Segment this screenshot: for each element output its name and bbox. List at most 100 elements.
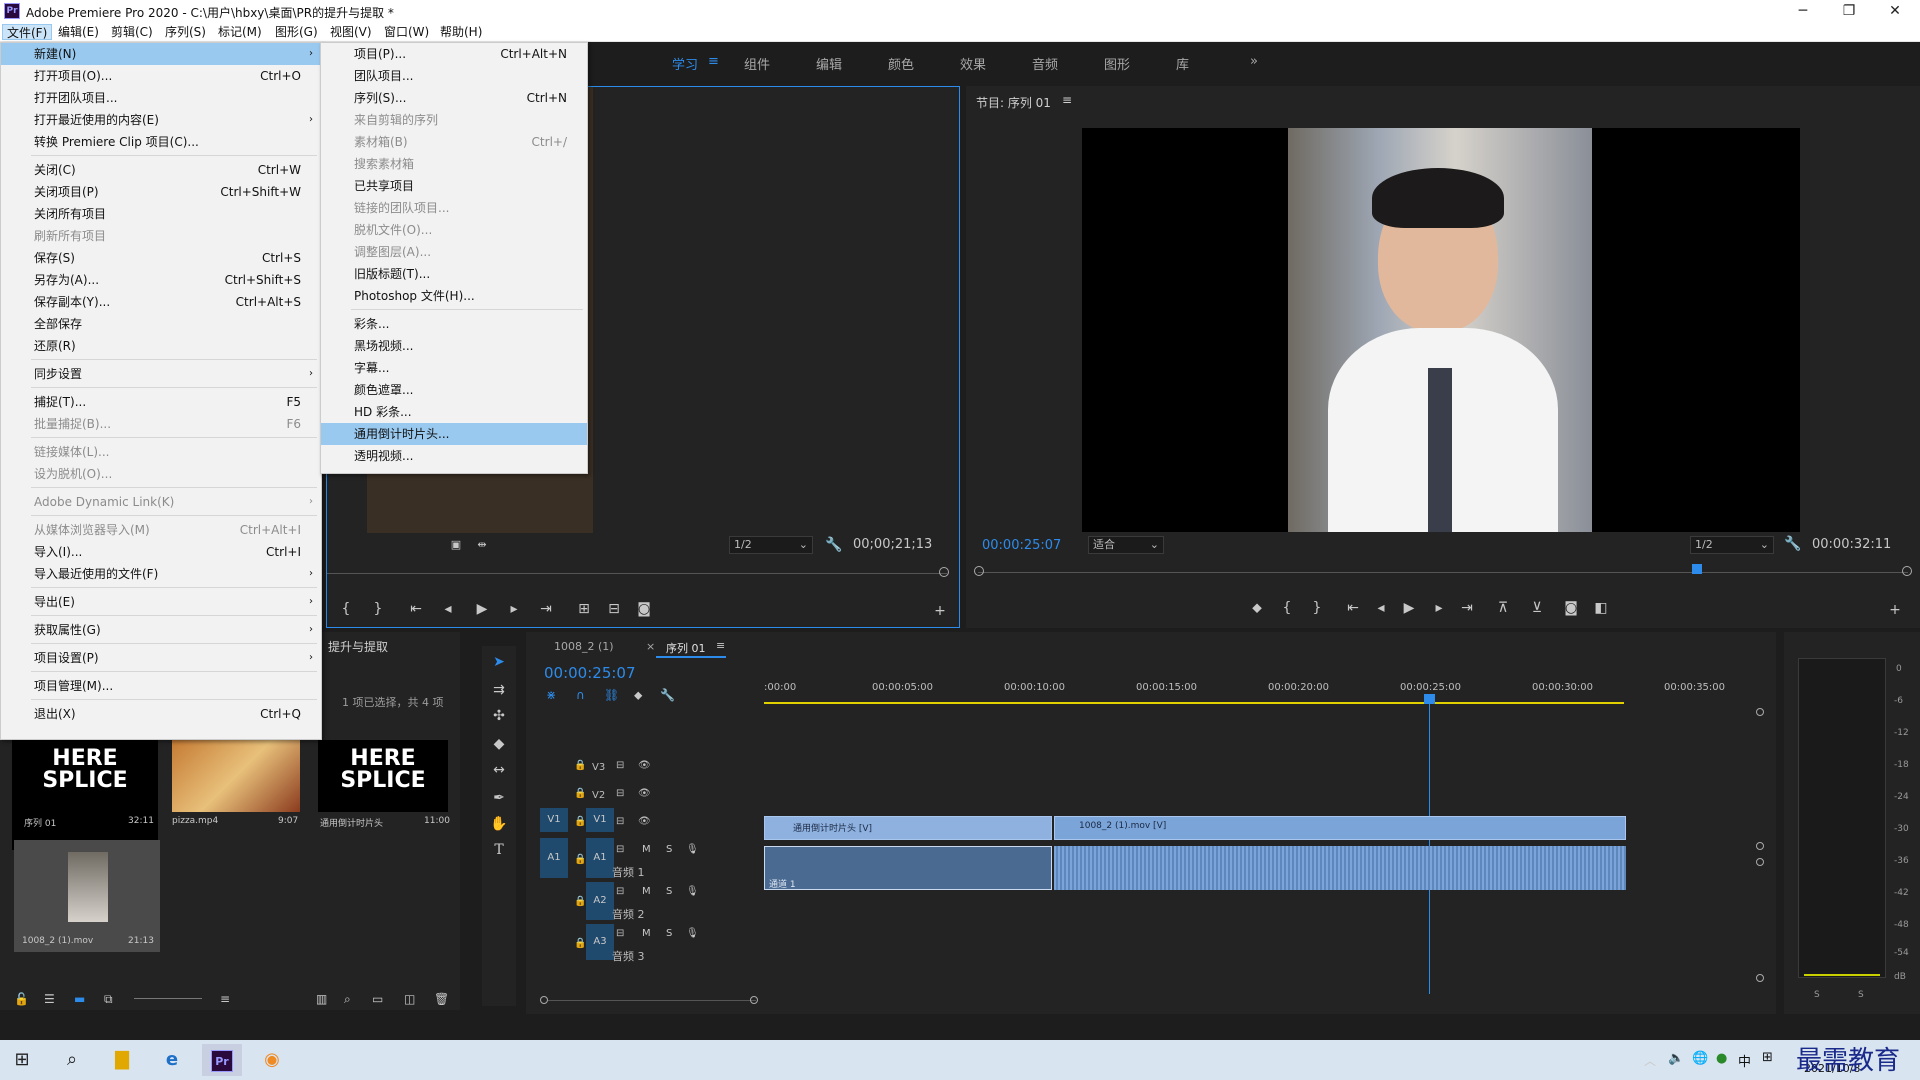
menu-item-transparent-video[interactable]: 透明视频... (321, 445, 587, 467)
mic-icon[interactable]: 🎙 (686, 844, 699, 855)
menu-item-save-copy[interactable]: 保存副本(Y)... Ctrl+Alt+S (1, 291, 321, 313)
source-scrub-bar[interactable] (327, 573, 947, 574)
mic-icon[interactable]: 🎙 (686, 928, 699, 939)
menu-item-revert[interactable]: 还原(R) (1, 335, 321, 357)
nest-icon[interactable]: ⋇ (546, 688, 556, 702)
sync-icon[interactable]: ⊟ (616, 928, 624, 939)
wrench-icon[interactable]: 🔧 (1782, 534, 1804, 554)
menu-view[interactable]: 视图(V) (326, 24, 376, 40)
timeline-timecode[interactable]: 00:00:25:07 (544, 664, 636, 682)
sort-icon[interactable]: ≡ (220, 992, 230, 1006)
audio-clip[interactable]: 通道 1 (764, 846, 1052, 890)
audio-clip-waveform[interactable] (1054, 846, 1626, 890)
insert-icon[interactable]: ⇹ (471, 535, 493, 555)
step-forward-button[interactable]: ▸ (1428, 598, 1450, 618)
panel-menu-icon[interactable]: ≡ (716, 639, 725, 652)
file-explorer-icon[interactable]: ▇ (102, 1044, 142, 1076)
lock-icon[interactable]: 🔒 (574, 816, 586, 827)
hand-tool-icon[interactable]: ✋ (488, 814, 510, 834)
go-to-out-button[interactable]: ⇥ (1456, 598, 1478, 618)
close-button[interactable]: ✕ (1872, 0, 1918, 22)
track-label-a2[interactable]: A2 (586, 882, 614, 920)
menu-window[interactable]: 窗口(W) (380, 24, 433, 40)
mic-icon[interactable]: 🎙 (686, 886, 699, 897)
keyboard-icon[interactable]: ⊞ (1762, 1050, 1773, 1065)
close-tab-icon[interactable]: × (646, 640, 655, 653)
workspace-audio[interactable]: 音频 (1032, 54, 1058, 73)
menu-item-new-sequence[interactable]: 序列(S)... Ctrl+N (321, 87, 587, 109)
menu-item-new-team-project[interactable]: 团队项目... (321, 65, 587, 87)
video-clip[interactable]: 1008_2 (1).mov [V] (1054, 816, 1626, 840)
lift-button[interactable]: ⊼ (1492, 598, 1514, 618)
project-item-selected[interactable]: 1008_2 (1).mov 21:13 (14, 840, 160, 952)
mark-out-button[interactable]: } (367, 599, 389, 619)
premiere-taskbar-icon[interactable]: Pr (202, 1044, 242, 1076)
lock-icon[interactable]: 🔒 (574, 854, 586, 865)
tray-arrow-icon[interactable]: ︿ (1644, 1052, 1656, 1069)
linked-selection-icon[interactable]: ⛓ (604, 688, 619, 702)
workspace-effects[interactable]: 效果 (960, 54, 986, 73)
overwrite-button[interactable]: ⊟ (603, 599, 625, 619)
maximize-button[interactable]: ❐ (1826, 0, 1872, 22)
scroll-handle[interactable] (1756, 858, 1764, 866)
add-button[interactable]: + (929, 601, 951, 621)
workspace-learn[interactable]: 学习 (672, 54, 698, 73)
menu-item-new[interactable]: 新建(N) › (1, 43, 321, 65)
icon-view-icon[interactable]: ▬ (74, 992, 85, 1006)
scroll-handle[interactable] (1756, 708, 1764, 716)
lock-icon[interactable]: 🔒 (574, 788, 586, 799)
play-button[interactable]: ▶ (471, 599, 493, 619)
menu-item-close[interactable]: 关闭(C) Ctrl+W (1, 159, 321, 181)
menu-item-search-bin[interactable]: 搜索素材箱 (321, 153, 587, 175)
fit-dropdown[interactable]: 适合 ⌄ (1088, 536, 1164, 554)
sync-icon[interactable]: ⊟ (616, 788, 624, 799)
menu-item-export[interactable]: 导出(E) › (1, 591, 321, 613)
go-to-in-button[interactable]: ⇤ (405, 599, 427, 619)
freeform-view-icon[interactable]: ⧉ (104, 992, 113, 1007)
menu-item-link-media[interactable]: 链接媒体(L)... (1, 441, 321, 463)
menu-item-bars-and-tone[interactable]: 彩条... (321, 313, 587, 335)
sync-icon[interactable]: ⊟ (616, 844, 624, 855)
menu-item-project-manager[interactable]: 项目管理(M)... (1, 675, 321, 697)
menu-item-shared-project[interactable]: 已共享项目 (321, 175, 587, 197)
zoom-handle[interactable] (540, 996, 548, 1004)
menu-item-exit[interactable]: 退出(X) Ctrl+Q (1, 703, 321, 725)
scroll-handle[interactable] (1756, 842, 1764, 850)
clear-icon[interactable]: 🗑 (434, 992, 449, 1006)
playhead-line[interactable] (1429, 694, 1430, 994)
menu-item-close-all[interactable]: 关闭所有项目 (1, 203, 321, 225)
minimize-button[interactable]: ─ (1780, 0, 1826, 22)
menu-item-project-settings[interactable]: 项目设置(P) › (1, 647, 321, 669)
track-select-tool-icon[interactable]: ⇉ (488, 680, 510, 700)
lock-icon[interactable]: 🔒 (574, 896, 586, 907)
camera-icon[interactable]: ◙ (633, 599, 655, 619)
find-icon[interactable]: ⌕ (344, 992, 351, 1007)
menu-item-close-project[interactable]: 关闭项目(P) Ctrl+Shift+W (1, 181, 321, 203)
slip-tool-icon[interactable]: ↔ (488, 760, 510, 780)
insert-button[interactable]: ⊞ (573, 599, 595, 619)
mute-button[interactable]: M (642, 928, 651, 939)
menu-marker[interactable]: 标记(M) (214, 24, 266, 40)
scrub-end-handle[interactable] (1902, 566, 1912, 576)
item-name[interactable]: 序列 01 (24, 816, 56, 829)
menu-item-batch-capture[interactable]: 批量捕捉(B)... F6 (1, 413, 321, 435)
menu-item-black-video[interactable]: 黑场视频... (321, 335, 587, 357)
wrench-icon[interactable]: 🔧 (823, 535, 845, 555)
program-timecode[interactable]: 00:00:25:07 (982, 538, 1061, 553)
playhead-marker[interactable] (1692, 564, 1702, 574)
solo-right-button[interactable]: S (1858, 990, 1864, 1000)
scrub-end-handle[interactable] (939, 567, 949, 577)
selection-tool-icon[interactable]: ➤ (488, 652, 510, 672)
menu-item-import[interactable]: 导入(I)... Ctrl+I (1, 541, 321, 563)
menu-item-refresh-all[interactable]: 刷新所有项目 (1, 225, 321, 247)
solo-left-button[interactable]: S (1814, 990, 1820, 1000)
menu-item-sequence-from-clip[interactable]: 来自剪辑的序列 (321, 109, 587, 131)
network-icon[interactable]: 🌐 (1692, 1051, 1708, 1066)
compare-view-button[interactable]: ◧ (1590, 598, 1612, 618)
menu-item-captions[interactable]: 字幕... (321, 357, 587, 379)
menu-item-offline-file[interactable]: 脱机文件(O)... (321, 219, 587, 241)
menu-item-universal-countdown[interactable]: 通用倒计时片头... (321, 423, 587, 445)
track-label-v1[interactable]: V1 (586, 808, 614, 832)
menu-item-legacy-title[interactable]: 旧版标题(T)... (321, 263, 587, 285)
add-button[interactable]: + (1884, 600, 1906, 620)
